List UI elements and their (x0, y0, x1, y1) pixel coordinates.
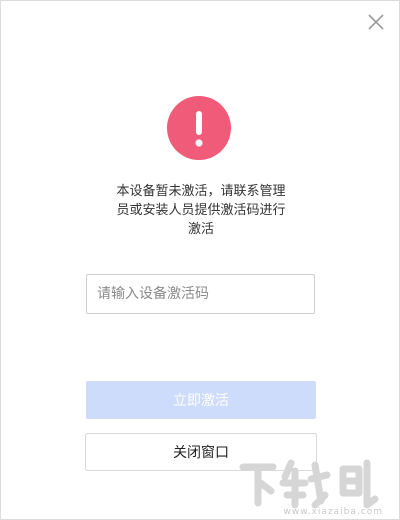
close-icon[interactable] (365, 11, 387, 33)
message-line: 激活 (187, 222, 214, 237)
message-line: 本设备暂未激活，请联系管理 (116, 184, 286, 199)
activation-code-input[interactable] (86, 274, 315, 314)
watermark-url: www.xiazaiba.com (283, 507, 383, 517)
activation-dialog: 本设备暂未激活，请联系管理 员或安装人员提供激活码进行 激活 立即激活 关闭窗口… (0, 0, 400, 520)
close-window-button[interactable]: 关闭窗口 (85, 433, 317, 471)
message-line: 员或安装人员提供激活码进行 (116, 203, 286, 218)
activation-message: 本设备暂未激活，请联系管理 员或安装人员提供激活码进行 激活 (1, 182, 400, 239)
exclamation-icon (167, 96, 231, 160)
activate-button[interactable]: 立即激活 (86, 381, 316, 419)
